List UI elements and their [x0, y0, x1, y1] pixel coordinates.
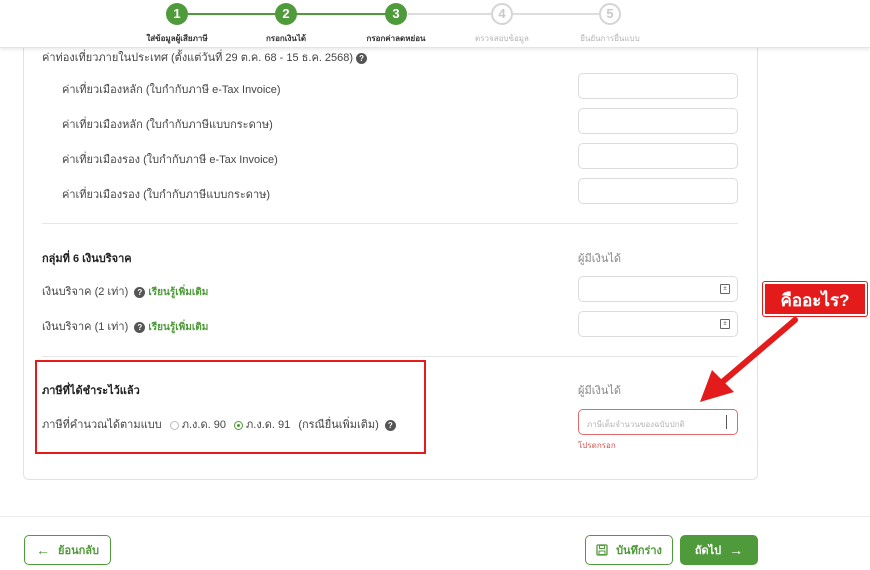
next-button-label: ถัดไป: [694, 545, 722, 557]
donation-label: เงินบริจาค (1 เท่า): [42, 321, 129, 333]
next-button[interactable]: ถัดไป →: [680, 535, 758, 565]
text-caret: [726, 415, 727, 429]
tourism-item-label: ค่าเที่ยวเมืองรอง (ใบกำกับภาษีแบบกระดาษ): [62, 189, 271, 201]
donation-2x-row: เงินบริจาค (2 เท่า) ? เรียนรู้เพิ่มเติม: [42, 282, 208, 300]
annotation-highlight-box: [35, 360, 426, 454]
tourism-title-text: ค่าท่องเที่ยวภายในประเทศ (ตั้งแต่วันที่ …: [42, 52, 354, 64]
annotation-arrow-icon: [700, 317, 798, 402]
step-label: ยืนยันการยื่นแบบ: [580, 34, 640, 43]
donation-2x-input[interactable]: ±: [578, 276, 738, 302]
progress-stepper: 1 ใส่ข้อมูลผู้เสียภาษี 2 กรอกเงินได้ 3 ก…: [0, 0, 870, 48]
step-1[interactable]: 1 ใส่ข้อมูลผู้เสียภาษี: [127, 3, 227, 45]
tourism-item-label: ค่าเที่ยวเมืองรอง (ใบกำกับภาษี e-Tax Inv…: [62, 154, 278, 166]
tourism-main-etax-input[interactable]: [578, 73, 738, 99]
save-icon: [596, 544, 608, 556]
step-label: กรอกค่าลดหย่อน: [366, 34, 426, 43]
tax-paid-error: โปรดกรอก: [578, 441, 616, 450]
arrow-right-icon: →: [729, 542, 744, 558]
step-number: 5: [599, 3, 621, 25]
tourism-main-paper-input[interactable]: [578, 108, 738, 134]
step-5: 5 ยืนยันการยื่นแบบ: [560, 3, 660, 45]
annotation-callout: คืออะไร?: [763, 282, 867, 316]
tourism-item-label: ค่าเที่ยวเมืองหลัก (ใบกำกับภาษี e-Tax In…: [62, 84, 281, 96]
learn-more-link[interactable]: เรียนรู้เพิ่มเติม: [148, 322, 208, 333]
help-icon[interactable]: ?: [356, 52, 368, 64]
group6-title: กลุ่มที่ 6 เงินบริจาค: [42, 253, 132, 265]
back-button-label: ย้อนกลับ: [58, 545, 99, 557]
page: 1 ใส่ข้อมูลผู้เสียภาษี 2 กรอกเงินได้ 3 ก…: [0, 0, 870, 570]
donation-1x-row: เงินบริจาค (1 เท่า) ? เรียนรู้เพิ่มเติม: [42, 317, 208, 335]
step-number: 3: [385, 3, 407, 25]
tourism-title: ค่าท่องเที่ยวภายในประเทศ (ตั้งแต่วันที่ …: [42, 48, 368, 66]
tourism-secondary-etax-input[interactable]: [578, 143, 738, 169]
step-4: 4 ตรวจสอบข้อมูล: [452, 3, 552, 45]
tourism-item-label: ค่าเที่ยวเมืองหลัก (ใบกำกับภาษีแบบกระดาษ…: [62, 119, 273, 131]
step-label: ตรวจสอบข้อมูล: [475, 34, 529, 43]
tourism-secondary-paper-input[interactable]: [578, 178, 738, 204]
step-2[interactable]: 2 กรอกเงินได้: [236, 3, 336, 45]
step-number: 2: [275, 3, 297, 25]
donation-label: เงินบริจาค (2 เท่า): [42, 286, 129, 298]
calculator-icon[interactable]: ±: [720, 284, 730, 294]
step-number: 1: [166, 3, 188, 25]
tax-paid-input[interactable]: ภาษีเต็มจำนวนของฉบับปกติ: [578, 409, 738, 435]
back-button[interactable]: ← ย้อนกลับ: [24, 535, 111, 565]
taxpaid-column-header: ผู้มีเงินได้: [578, 385, 622, 397]
help-icon[interactable]: ?: [134, 286, 146, 298]
save-button-label: บันทึกร่าง: [616, 545, 662, 557]
learn-more-link[interactable]: เรียนรู้เพิ่มเติม: [148, 287, 208, 298]
step-number: 4: [491, 3, 513, 25]
step-3[interactable]: 3 กรอกค่าลดหย่อน: [346, 3, 446, 45]
step-label: กรอกเงินได้: [265, 34, 307, 43]
divider: [42, 223, 738, 224]
divider: [42, 356, 738, 357]
footer-divider: [0, 516, 870, 517]
tax-paid-placeholder: ภาษีเต็มจำนวนของฉบับปกติ: [587, 420, 685, 429]
step-label: ใส่ข้อมูลผู้เสียภาษี: [146, 34, 208, 43]
help-icon[interactable]: ?: [134, 321, 146, 333]
arrow-left-icon: ←: [36, 542, 51, 558]
group6-column-header: ผู้มีเงินได้: [578, 253, 622, 265]
save-draft-button[interactable]: บันทึกร่าง: [585, 535, 673, 565]
